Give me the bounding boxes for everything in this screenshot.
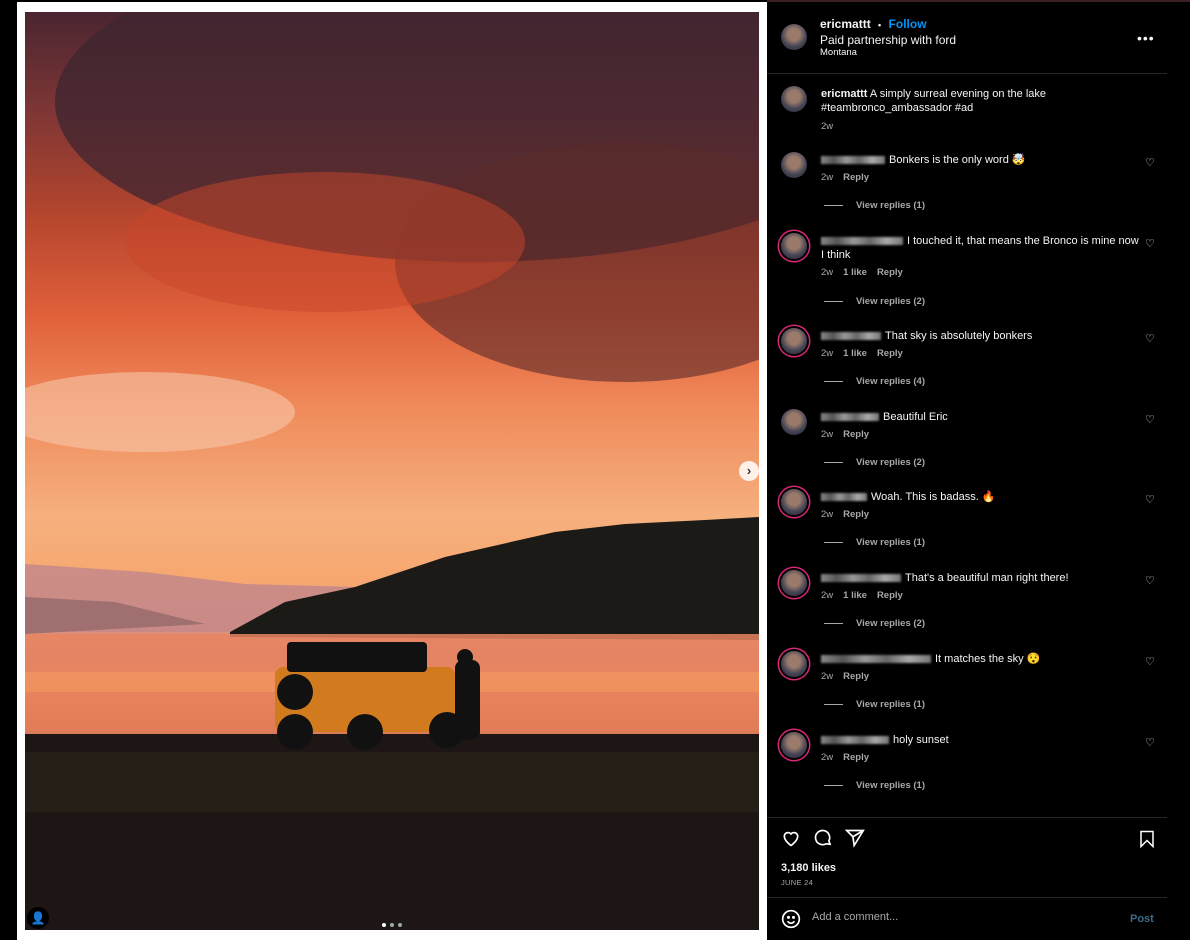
commenter-username[interactable] [821, 736, 889, 745]
reply-button[interactable]: Reply [843, 752, 869, 763]
comment-time: 2w [821, 267, 834, 278]
photo-scene [25, 12, 759, 930]
commenter-avatar[interactable] [781, 152, 807, 178]
commenter-avatar[interactable] [781, 570, 807, 596]
divider [767, 73, 1167, 74]
comment-text: Beautiful Eric [883, 411, 948, 423]
heart-icon[interactable] [781, 828, 801, 848]
divider [767, 897, 1167, 898]
next-photo-button[interactable]: › [739, 461, 759, 481]
carousel-dot [382, 923, 386, 927]
comment-item: Beautiful Eric 2w Reply ♡ View replies (2… [767, 409, 1167, 496]
post-comment-button[interactable]: Post [1130, 913, 1154, 925]
divider [767, 817, 1167, 818]
reply-button[interactable]: Reply [843, 429, 869, 440]
emoji-icon[interactable] [781, 909, 801, 934]
comment-time: 2w [821, 348, 834, 359]
commenter-avatar[interactable] [781, 409, 807, 435]
comment-text: That sky is absolutely bonkers [885, 330, 1033, 342]
author-username[interactable]: ericmattt [820, 17, 871, 31]
comment-input[interactable] [812, 911, 1112, 923]
comment-time: 2w [821, 509, 834, 520]
comment-text: That's a beautiful man right there! [905, 572, 1069, 584]
author-avatar[interactable] [781, 24, 807, 50]
carousel-dot [398, 923, 402, 927]
likes-count[interactable]: 3,180 likes [781, 862, 836, 874]
location-link[interactable]: Montana [820, 47, 857, 58]
comment-text: Bonkers is the only word 🤯 [889, 154, 1026, 166]
caption-time: 2w [821, 121, 834, 132]
commenter-username[interactable] [821, 493, 867, 502]
comment-time: 2w [821, 752, 834, 763]
view-replies-button[interactable]: View replies (1) [824, 780, 925, 791]
comment-item: I touched it, that means the Bronco is m… [767, 233, 1167, 320]
comment-text: holy sunset [893, 734, 949, 746]
like-comment-heart-icon[interactable]: ♡ [1145, 655, 1155, 668]
carousel-indicator [382, 923, 402, 927]
like-comment-heart-icon[interactable]: ♡ [1145, 413, 1155, 426]
reply-button[interactable]: Reply [877, 590, 903, 601]
like-comment-heart-icon[interactable]: ♡ [1145, 493, 1155, 506]
like-comment-heart-icon[interactable]: ♡ [1145, 156, 1155, 169]
view-replies-button[interactable]: View replies (1) [824, 699, 925, 710]
commenter-username[interactable] [821, 156, 885, 165]
comment-icon[interactable] [813, 828, 833, 848]
caption-avatar[interactable] [781, 86, 807, 112]
carousel-dot [390, 923, 394, 927]
comment-item: That sky is absolutely bonkers 2w 1 like R… [767, 328, 1167, 415]
comment-likes[interactable]: 1 like [843, 348, 867, 359]
post-panel: ericmattt • Follow Paid partnership with… [767, 0, 1190, 940]
comment-time: 2w [821, 172, 834, 183]
comment-likes[interactable]: 1 like [843, 267, 867, 278]
commenter-avatar[interactable] [781, 651, 807, 677]
comment-item: That's a beautiful man right there! 2w 1 … [767, 570, 1167, 657]
view-replies-button[interactable]: View replies (1) [824, 200, 925, 211]
comment-text: Woah. This is badass. 🔥 [871, 491, 996, 503]
commenter-username[interactable] [821, 237, 903, 246]
tagged-user-icon[interactable]: 👤 [27, 907, 49, 929]
commenter-username[interactable] [821, 332, 881, 341]
share-icon[interactable] [845, 828, 865, 848]
commenter-username[interactable] [821, 655, 931, 664]
comment-time: 2w [821, 429, 834, 440]
view-replies-button[interactable]: View replies (1) [824, 537, 925, 548]
comment-time: 2w [821, 671, 834, 682]
post-header: ericmattt • Follow [820, 17, 927, 31]
like-comment-heart-icon[interactable]: ♡ [1145, 574, 1155, 587]
comment-item: Woah. This is badass. 🔥 2w Reply ♡ View r… [767, 489, 1167, 576]
comment-time: 2w [821, 590, 834, 601]
reply-button[interactable]: Reply [877, 267, 903, 278]
commenter-avatar[interactable] [781, 233, 807, 259]
like-comment-heart-icon[interactable]: ♡ [1145, 237, 1155, 250]
reply-button[interactable]: Reply [843, 172, 869, 183]
comment-item: Bonkers is the only word 🤯 2w Reply ♡ Vie… [767, 152, 1167, 239]
view-replies-button[interactable]: View replies (4) [824, 376, 925, 387]
commenter-avatar[interactable] [781, 489, 807, 515]
bookmark-icon[interactable] [1138, 830, 1156, 848]
follow-button[interactable]: Follow [889, 17, 927, 31]
view-replies-button[interactable]: View replies (2) [824, 457, 925, 468]
post-photo [25, 12, 759, 930]
view-replies-button[interactable]: View replies (2) [824, 618, 925, 629]
view-replies-button[interactable]: View replies (2) [824, 296, 925, 307]
comment-item: holy sunset 2w Reply ♡ View replies (1) [767, 732, 1167, 819]
comment-text: It matches the sky 😯 [935, 653, 1041, 665]
comment-item: It matches the sky 😯 2w Reply ♡ View repl… [767, 651, 1167, 738]
commenter-username[interactable] [821, 574, 901, 583]
partnership-label[interactable]: Paid partnership with ford [820, 33, 956, 47]
more-horizontal-icon[interactable]: ••• [1137, 30, 1155, 46]
reply-button[interactable]: Reply [877, 348, 903, 359]
caption-username[interactable]: ericmattt [821, 88, 867, 100]
commenter-avatar[interactable] [781, 732, 807, 758]
reply-button[interactable]: Reply [843, 509, 869, 520]
like-comment-heart-icon[interactable]: ♡ [1145, 736, 1155, 749]
reply-button[interactable]: Reply [843, 671, 869, 682]
commenter-avatar[interactable] [781, 328, 807, 354]
commenter-username[interactable] [821, 413, 879, 422]
action-bar [781, 828, 865, 848]
comment-likes[interactable]: 1 like [843, 590, 867, 601]
like-comment-heart-icon[interactable]: ♡ [1145, 332, 1155, 345]
caption: ericmattt A simply surreal evening on th… [821, 88, 1047, 114]
post-date: JUNE 24 [781, 878, 814, 887]
